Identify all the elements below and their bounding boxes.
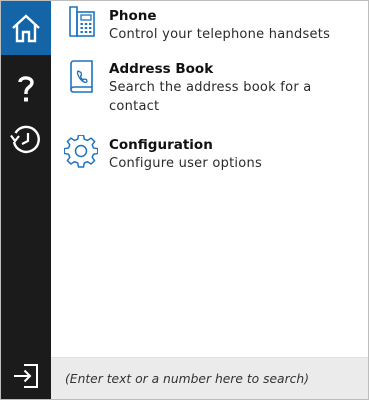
history-icon [10, 125, 40, 154]
gear-icon [64, 135, 98, 168]
sign-out-button[interactable] [1, 349, 51, 399]
sidebar-item-home[interactable] [1, 1, 51, 55]
menu-item-address-book[interactable]: Address Book Search the address book for… [51, 57, 368, 121]
menu-item-phone[interactable]: Phone Control your telephone handsets [51, 1, 368, 51]
menu-item-description: Control your telephone handsets [109, 27, 331, 42]
menu-item-title: Address Book [109, 61, 214, 77]
sign-out-icon [14, 364, 38, 388]
search-input[interactable] [65, 358, 361, 399]
sidebar-item-help[interactable] [1, 61, 51, 115]
home-icon [12, 14, 40, 43]
app-window: Phone Control your telephone handsets Ad… [0, 0, 369, 400]
sidebar-item-history[interactable] [1, 113, 51, 167]
menu-item-title: Configuration [109, 137, 213, 153]
address-book-icon [70, 60, 93, 93]
menu-item-title: Phone [109, 8, 157, 24]
menu-item-description: Search the address book for a contact [109, 80, 312, 114]
search-bar [51, 357, 368, 399]
phone-icon [69, 6, 95, 37]
menu-item-configuration[interactable]: Configuration Configure user options [51, 133, 368, 181]
menu-item-description: Configure user options [109, 156, 263, 171]
sidebar [1, 1, 51, 399]
help-icon [18, 76, 34, 102]
